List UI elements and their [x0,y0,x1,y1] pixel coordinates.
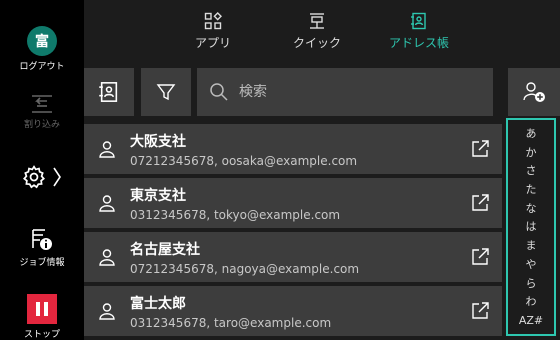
open-details-button[interactable] [458,139,502,159]
settings-button[interactable] [0,164,84,190]
person-icon [99,303,115,320]
interrupt-button[interactable]: 割り込み [0,92,84,130]
person-icon [99,249,115,266]
list-item[interactable]: 名古屋支社 07212345678, nagoya@example.com [84,232,502,282]
filter-button[interactable] [141,68,191,116]
contact-detail: 07212345678, nagoya@example.com [130,261,360,276]
index-letter[interactable]: わ [526,296,537,307]
chevron-right-icon [53,167,61,187]
interrupt-label: 割り込み [23,120,60,130]
filter-icon [156,84,176,101]
pause-icon [27,294,57,324]
external-link-icon [472,194,489,211]
list-item[interactable]: 東京支社 0312345678, tokyo@example.com [84,178,502,228]
list-item[interactable]: 富士太郎 0312345678, taro@example.com [84,286,502,336]
contact-detail: 0312345678, taro@example.com [130,315,332,330]
open-details-button[interactable] [458,247,502,267]
tab-apps-label: アプリ [194,36,231,50]
stop-button[interactable]: ストップ [0,294,84,340]
main-panel: アプリ クイック アドレス帳 検索 大阪支社 07212345678, oosa… [84,0,560,340]
list-item[interactable]: 大阪支社 07212345678, oosaka@example.com [84,124,502,174]
contact-name: 大阪支社 [130,133,186,150]
gear-icon [23,165,45,189]
apps-icon [204,12,222,30]
index-letter[interactable]: な [526,203,537,214]
kana-index-bar: あ か さ た な は ま や ら わ AZ# [506,118,556,336]
index-letter[interactable]: か [526,147,537,158]
person-icon [99,141,115,158]
contact-name: 名古屋支社 [130,241,200,258]
index-letter[interactable]: や [526,259,537,270]
index-letter[interactable]: AZ# [519,315,543,326]
index-letter[interactable]: さ [526,165,537,176]
job-info-icon [32,229,52,250]
address-book-icon [411,12,426,30]
job-info-button[interactable]: ジョブ情報 [0,226,84,268]
interrupt-icon [32,95,52,113]
tab-apps[interactable]: アプリ [168,12,258,51]
tab-address-book-label: アドレス帳 [388,36,449,50]
open-details-button[interactable] [458,193,502,213]
tab-quick[interactable]: クイック [272,12,362,51]
quick-icon [310,13,324,29]
index-letter[interactable]: た [526,184,537,195]
tab-quick-label: クイック [292,36,341,50]
external-link-icon [472,248,489,265]
logout-label: ログアウト [19,62,65,72]
search-icon [210,83,228,101]
address-book-icon [99,82,118,102]
contact-name: 富士太郎 [130,295,186,312]
search-input[interactable] [239,84,459,100]
index-letter[interactable]: あ [526,128,537,139]
add-contact-icon [523,82,545,102]
toolbar [84,68,560,116]
contact-name: 東京支社 [130,187,186,204]
index-letter[interactable]: ま [526,240,537,251]
logout-badge: 富 [27,26,57,56]
person-icon [99,195,115,212]
external-link-icon [472,302,489,319]
contact-list: 大阪支社 07212345678, oosaka@example.com 東京支… [84,124,502,340]
search-box[interactable] [197,68,493,116]
contact-detail: 07212345678, oosaka@example.com [130,153,358,168]
external-link-icon [472,140,489,157]
index-letter[interactable]: ら [526,278,537,289]
left-rail: 富 ログアウト 割り込み ジョブ情報 ストップ [0,0,84,340]
index-letter[interactable]: は [526,221,537,232]
address-book-button[interactable] [84,68,134,116]
stop-label: ストップ [23,330,60,340]
open-details-button[interactable] [458,301,502,321]
job-info-label: ジョブ情報 [19,258,65,268]
tab-address-book[interactable]: アドレス帳 [374,12,464,51]
contact-detail: 0312345678, tokyo@example.com [130,207,341,222]
tab-bar: アプリ クイック アドレス帳 [84,0,560,62]
add-contact-button[interactable] [508,68,560,116]
logout-button[interactable]: 富 ログアウト [0,26,84,72]
